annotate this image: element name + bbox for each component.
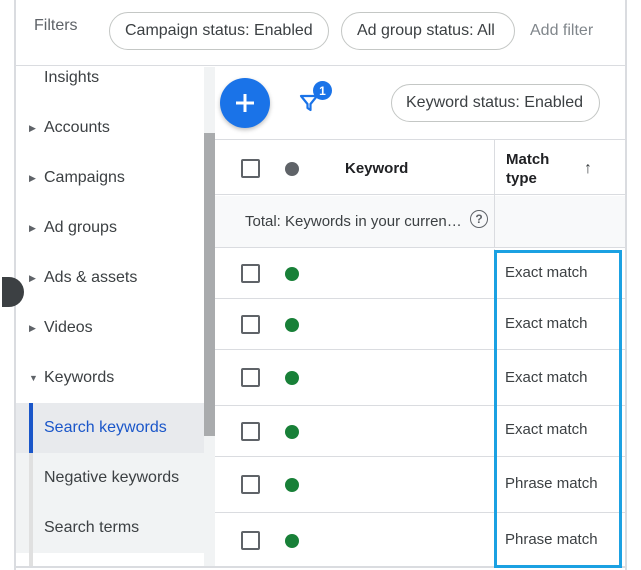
sidebar-item-search-keywords[interactable]: Search keywords bbox=[16, 403, 204, 453]
column-divider bbox=[494, 458, 495, 512]
row-checkbox[interactable] bbox=[241, 315, 260, 334]
sidebar-item-label: Search keywords bbox=[44, 419, 167, 436]
row-checkbox[interactable] bbox=[241, 475, 260, 494]
sidebar-item-insights[interactable]: Insights bbox=[16, 67, 204, 103]
select-all-checkbox[interactable] bbox=[241, 159, 260, 178]
enabled-status-dot[interactable] bbox=[285, 478, 299, 492]
status-column-icon[interactable] bbox=[285, 162, 299, 176]
sort-ascending-icon[interactable]: ↑ bbox=[584, 160, 592, 178]
caret-right-icon: ▶ bbox=[29, 172, 36, 183]
table-row[interactable]: Exact match bbox=[215, 249, 625, 299]
help-icon[interactable]: ? bbox=[470, 210, 488, 228]
row-checkbox[interactable] bbox=[241, 531, 260, 550]
sidebar-item-label: Ads & assets bbox=[44, 269, 138, 286]
enabled-status-dot[interactable] bbox=[285, 534, 299, 548]
sidebar-item-label: Search terms bbox=[44, 519, 140, 536]
match-type-header-line2: type bbox=[506, 170, 537, 187]
sidebar-item-ads-assets[interactable]: ▶ Ads & assets bbox=[16, 253, 204, 303]
sidebar-item-ad-groups[interactable]: ▶ Ad groups bbox=[16, 203, 204, 253]
submenu-rail bbox=[29, 453, 33, 566]
table-row[interactable]: Phrase match bbox=[215, 458, 625, 513]
sidebar-item-campaigns[interactable]: ▶ Campaigns bbox=[16, 153, 204, 203]
enabled-status-dot[interactable] bbox=[285, 371, 299, 385]
total-label: Total: Keywords in your curren… bbox=[245, 213, 462, 230]
column-divider bbox=[494, 300, 495, 349]
caret-down-icon: ▼ bbox=[29, 373, 38, 383]
match-type-cell[interactable]: Phrase match bbox=[505, 531, 598, 548]
sidebar-item-search-terms[interactable]: Search terms bbox=[16, 503, 204, 553]
main-content: 1 Keyword status: Enabled Keyword Match … bbox=[215, 67, 625, 566]
caret-right-icon: ▶ bbox=[29, 272, 36, 283]
campaign-status-chip[interactable]: Campaign status: Enabled bbox=[109, 12, 329, 50]
sidebar-item-accounts[interactable]: ▶ Accounts bbox=[16, 103, 204, 153]
sidebar-item-label: Insights bbox=[44, 69, 100, 86]
row-checkbox[interactable] bbox=[241, 368, 260, 387]
column-divider bbox=[494, 407, 495, 456]
match-type-cell[interactable]: Exact match bbox=[505, 369, 588, 386]
column-divider bbox=[494, 196, 495, 248]
row-checkbox[interactable] bbox=[241, 264, 260, 283]
table-row[interactable]: Exact match bbox=[215, 300, 625, 350]
filter-count-badge: 1 bbox=[313, 81, 332, 100]
frame-bottom-border bbox=[14, 566, 627, 568]
table-row[interactable]: Exact match bbox=[215, 351, 625, 406]
enabled-status-dot[interactable] bbox=[285, 425, 299, 439]
keyword-column-header[interactable]: Keyword bbox=[345, 160, 408, 177]
sidebar-item-label: Keywords bbox=[44, 369, 115, 386]
add-filter-button[interactable]: Add filter bbox=[530, 22, 593, 40]
sidebar-item-keywords[interactable]: ▼ Keywords bbox=[16, 353, 204, 403]
filter-bar: Filters Campaign status: Enabled Ad grou… bbox=[16, 0, 625, 66]
match-type-header-label: Match type bbox=[506, 150, 566, 188]
sidebar-scroll-thumb[interactable] bbox=[204, 133, 215, 436]
column-divider bbox=[494, 351, 495, 405]
active-indicator bbox=[29, 403, 33, 453]
sidebar-nav: Insights ▶ Accounts ▶ Campaigns ▶ Ad gro… bbox=[16, 67, 204, 566]
table-row[interactable]: Phrase match bbox=[215, 514, 625, 566]
filters-label: Filters bbox=[34, 17, 78, 34]
caret-right-icon: ▶ bbox=[29, 122, 36, 133]
enabled-status-dot[interactable] bbox=[285, 318, 299, 332]
caret-right-icon: ▶ bbox=[29, 322, 36, 333]
add-keyword-button[interactable] bbox=[220, 78, 270, 128]
caret-right-icon: ▶ bbox=[29, 222, 36, 233]
sidebar-item-videos[interactable]: ▶ Videos bbox=[16, 303, 204, 353]
frame-right-border bbox=[625, 0, 627, 570]
plus-icon bbox=[236, 94, 254, 112]
enabled-status-dot[interactable] bbox=[285, 267, 299, 281]
column-divider bbox=[494, 514, 495, 566]
sidebar-item-label: Negative keywords bbox=[44, 469, 180, 486]
match-type-cell[interactable]: Phrase match bbox=[505, 475, 598, 492]
match-type-cell[interactable]: Exact match bbox=[505, 315, 588, 332]
match-type-cell[interactable]: Exact match bbox=[505, 421, 588, 438]
table-header: Keyword Match type ↑ bbox=[215, 139, 625, 196]
sidebar-item-label: Ad groups bbox=[44, 219, 117, 236]
total-row: Total: Keywords in your curren… ? bbox=[215, 196, 625, 248]
sidebar-item-label: Videos bbox=[44, 319, 93, 336]
match-type-header-line1: Match bbox=[506, 151, 550, 168]
sidebar-item-label: Accounts bbox=[44, 119, 110, 136]
sidebar-item-negative-keywords[interactable]: Negative keywords bbox=[16, 453, 204, 503]
ad-group-status-chip[interactable]: Ad group status: All bbox=[341, 12, 515, 50]
sidebar-item-label: Campaigns bbox=[44, 169, 125, 186]
column-divider bbox=[494, 249, 495, 298]
keyword-status-chip[interactable]: Keyword status: Enabled bbox=[391, 84, 600, 122]
row-checkbox[interactable] bbox=[241, 422, 260, 441]
table-row[interactable]: Exact match bbox=[215, 407, 625, 457]
match-type-cell[interactable]: Exact match bbox=[505, 264, 588, 281]
match-type-column-header[interactable]: Match type ↑ bbox=[494, 140, 625, 196]
